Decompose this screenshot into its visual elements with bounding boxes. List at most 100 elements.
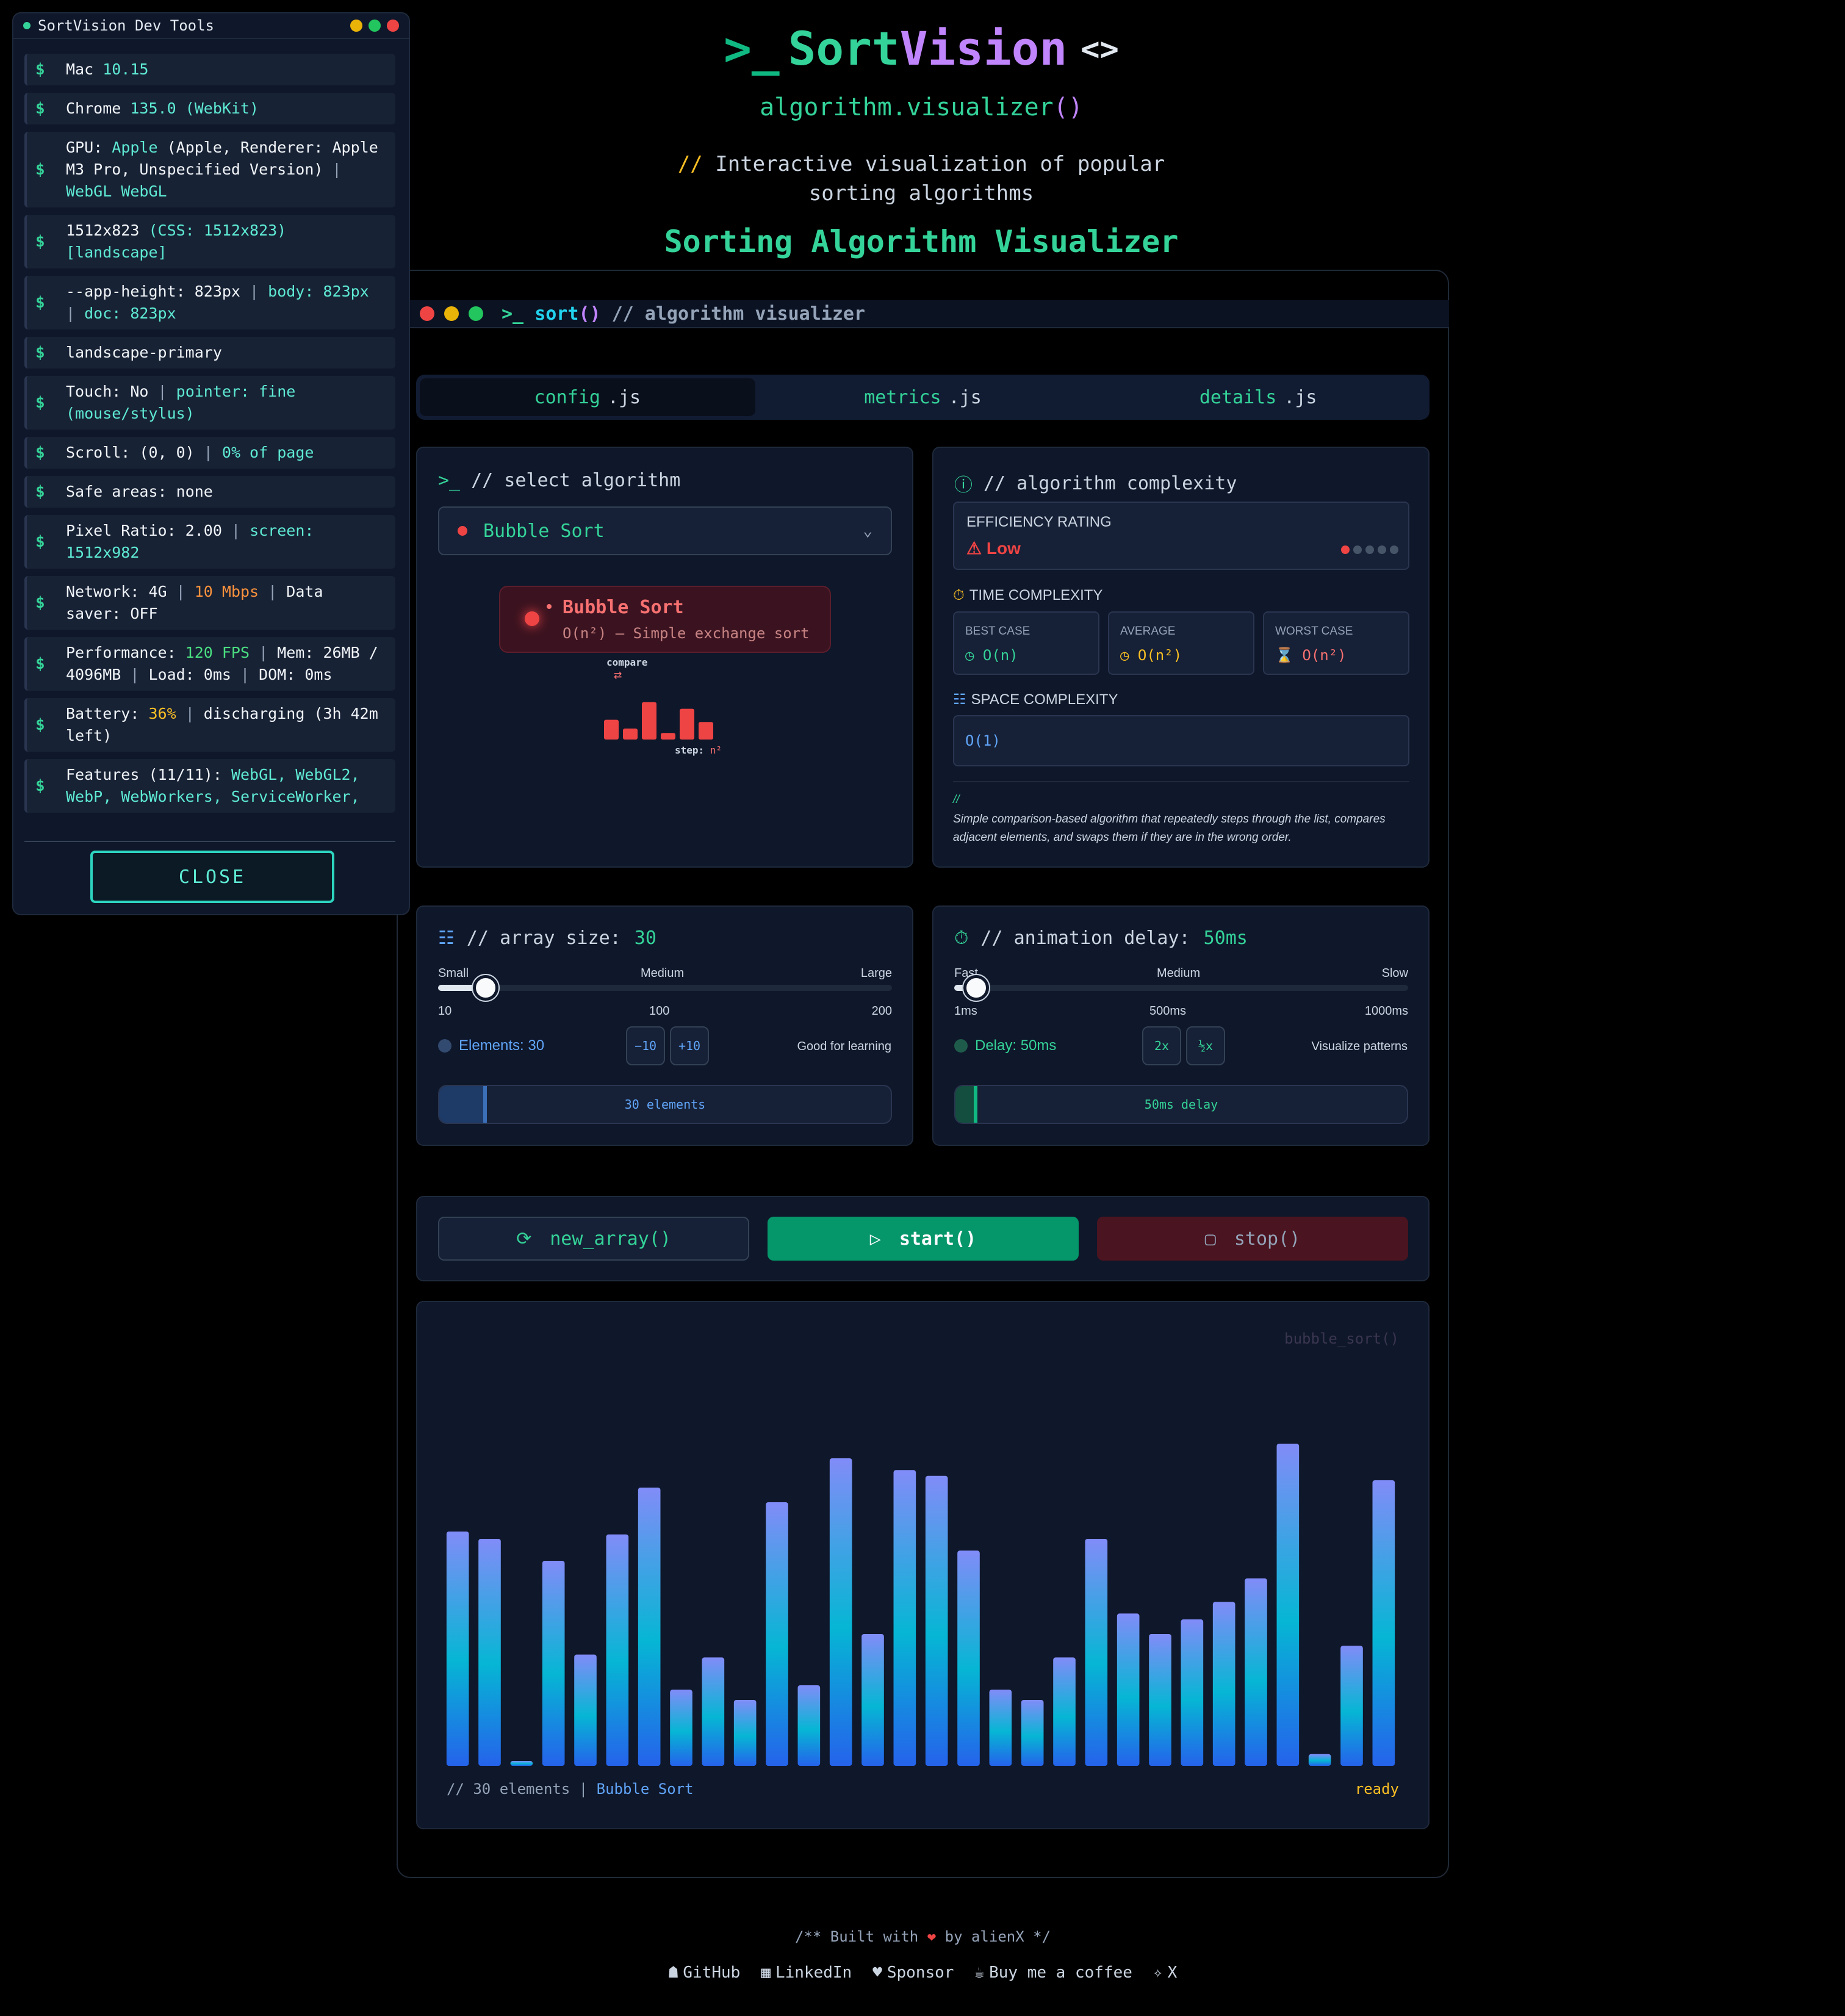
page-heading: Sorting Algorithm Visualizer <box>664 224 1179 259</box>
stopwatch-icon: ⏱ <box>954 927 969 949</box>
increase-size-button[interactable]: +10 <box>670 1026 709 1065</box>
divider <box>953 781 1409 782</box>
sponsor-link[interactable]: ♥ Sponsor <box>872 1964 954 1982</box>
mini-step-value: n² <box>710 744 722 756</box>
stop-button[interactable]: ▢ stop() <box>1097 1217 1408 1261</box>
animation-delay-slider[interactable] <box>954 974 1408 1002</box>
array-size-value: 30 <box>634 927 656 949</box>
list-item: $ Mac 10.15 <box>24 54 395 85</box>
built-with: /** Built with ❤ by alienX */ <box>397 1928 1449 1945</box>
list-item: $1512x823 (CSS: 1512x823) [landscape] <box>24 215 395 268</box>
array-bar <box>1276 1444 1300 1766</box>
start-button[interactable]: ▷ start() <box>768 1217 1079 1261</box>
code-icon: <> <box>1081 31 1119 68</box>
array-bar <box>1117 1613 1140 1766</box>
heart-icon: ❤ <box>927 1928 937 1945</box>
card-title: ⓘ // algorithm complexity <box>954 470 1237 497</box>
range-mid: 100 <box>649 1004 670 1018</box>
time-complexity-label: ⏱ TIME COMPLEXITY <box>953 587 1102 604</box>
list-item: $ Battery: 36% | discharging (3h 42m left… <box>24 698 395 752</box>
github-link[interactable]: ☗ GitHub <box>669 1964 741 1982</box>
mini-compare-label: compare <box>606 657 648 668</box>
link-label: Sponsor <box>887 1964 954 1982</box>
coffee-link[interactable]: ☕ Buy me a coffee <box>974 1964 1132 1982</box>
window-title-comment: // algorithm visualizer <box>611 303 866 325</box>
info-dot <box>954 1039 968 1053</box>
link-label: X <box>1167 1964 1178 1982</box>
app-title: >_ SortVision <> <box>397 18 1446 80</box>
mini-bar <box>699 722 713 740</box>
array-bar <box>957 1550 980 1766</box>
github-icon: ☗ <box>668 1964 678 1982</box>
array-bar <box>1021 1700 1044 1766</box>
visualization-footer: // 30 elements | Bubble Sort <box>447 1780 694 1798</box>
linkedin-link[interactable]: ▦ LinkedIn <box>761 1964 852 1982</box>
array-size-title: ☷ // array size: 30 <box>438 927 656 949</box>
built-with-suffix: by alienX */ <box>944 1928 1051 1945</box>
efficiency-dot <box>1353 545 1362 554</box>
range-mid: 500ms <box>1149 1004 1187 1018</box>
window-maximize-dot[interactable] <box>469 306 483 321</box>
efficiency-value: ⚠ Low <box>966 538 1021 558</box>
algorithm-dropdown[interactable]: Bubble Sort ⌄ <box>438 506 892 555</box>
array-bar <box>797 1685 821 1766</box>
pulse-dot <box>525 611 539 626</box>
decrease-size-button[interactable]: −10 <box>626 1026 665 1065</box>
best-case-box: BEST CASE ◷ O(n) <box>953 611 1099 675</box>
worst-case-box: WORST CASE ⌛ O(n²) <box>1263 611 1409 675</box>
new-array-button[interactable]: ⟳ new_array() <box>438 1217 749 1261</box>
tab-ext: .js <box>1284 386 1317 408</box>
algorithm-description: Simple comparison-based algorithm that r… <box>953 813 1386 844</box>
range-min: 1ms <box>954 1004 977 1018</box>
tab-details[interactable]: details .js <box>1090 378 1426 416</box>
link-label: GitHub <box>683 1964 741 1982</box>
window-title-parens: () <box>578 303 601 325</box>
start-label: start() <box>899 1228 977 1250</box>
desc-line-2: sorting algorithms <box>808 181 1034 206</box>
twitter-icon: ✧ <box>1153 1964 1163 1982</box>
elements-info: Elements: 30 <box>438 1037 544 1054</box>
faster-button[interactable]: 2x <box>1142 1026 1181 1065</box>
list-item: $ Chrome 135.0 (WebKit) <box>24 93 395 124</box>
range-max: 1000ms <box>1364 1004 1408 1018</box>
dollar-icon: $ <box>35 232 45 251</box>
average-case-box: AVERAGE ◷ O(n²) <box>1108 611 1254 675</box>
minimize-dot[interactable] <box>350 20 362 32</box>
list-item: $ --app-height: 823px | body: 823px | doc… <box>24 276 395 329</box>
slider-thumb[interactable] <box>472 974 500 1002</box>
average-case-text: O(n²) <box>1137 647 1182 664</box>
maximize-dot[interactable] <box>369 20 381 32</box>
close-dot[interactable] <box>387 20 399 32</box>
tab-bar: config .js metrics .js details .js <box>416 375 1430 420</box>
slider-thumb[interactable] <box>962 974 991 1002</box>
dollar-icon: $ <box>35 444 45 462</box>
average-case-value: ◷ O(n²) <box>1120 647 1182 664</box>
slower-button[interactable]: ½x <box>1186 1026 1225 1065</box>
note-comment-mark: // <box>953 793 960 806</box>
tab-config[interactable]: config .js <box>420 378 755 416</box>
tab-metrics[interactable]: metrics .js <box>755 378 1091 416</box>
x-link[interactable]: ✧ X <box>1153 1964 1177 1982</box>
tab-label: metrics <box>864 386 941 408</box>
badge-algorithm-desc: O(n²) — Simple exchange sort <box>563 625 810 642</box>
algorithm-badge: Bubble Sort O(n²) — Simple exchange sort <box>499 586 831 653</box>
mini-step-label: step: n² <box>675 744 722 756</box>
window-minimize-dot[interactable] <box>444 306 459 321</box>
window-close-dot[interactable] <box>420 306 434 321</box>
footer-count: // 30 elements | <box>447 1780 588 1798</box>
array-size-slider[interactable] <box>438 974 892 1002</box>
badge-dot <box>547 604 552 609</box>
best-case-label: BEST CASE <box>965 625 1030 638</box>
list-item: $ Scroll: (0, 0) | 0% of page <box>24 437 395 469</box>
footer-links: ☗ GitHub ▦ LinkedIn ♥ Sponsor ☕ Buy me a cof… <box>397 1964 1449 1982</box>
close-button[interactable]: CLOSE <box>90 851 334 903</box>
array-bar <box>989 1690 1012 1766</box>
database-icon: ☷ <box>438 927 455 949</box>
array-bar-chart <box>446 1444 1395 1766</box>
array-bar <box>1308 1754 1331 1766</box>
info-dot <box>438 1039 451 1053</box>
dev-tools-panel: SortVision Dev Tools $ Mac 10.15 $ Chrome … <box>12 12 410 915</box>
array-bar <box>606 1534 629 1766</box>
array-bar <box>478 1539 501 1766</box>
linkedin-icon: ▦ <box>761 1964 771 1982</box>
